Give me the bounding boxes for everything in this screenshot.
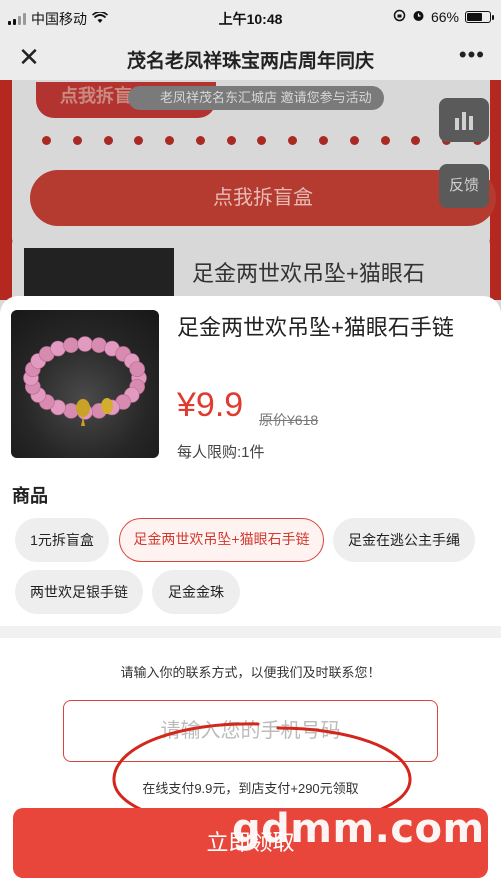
status-bar: 中国移动 上午10:48 66% <box>0 0 501 34</box>
feedback-button[interactable]: 反馈 <box>439 164 489 208</box>
product-image <box>11 310 159 458</box>
bead <box>50 340 66 357</box>
contact-hint: 请输入你的联系方式，以便我们及时联系您！ <box>120 665 381 680</box>
bead <box>129 361 145 378</box>
section-divider <box>0 626 501 638</box>
product-peek-title: 足金两世欢吊坠+猫眼石 <box>192 261 425 286</box>
product-name: 足金两世欢吊坠+猫眼石手链 <box>177 315 454 340</box>
nav-bar: ✕ 茂名老凤祥珠宝两店周年同庆 ••• <box>0 34 501 80</box>
more-icon[interactable]: ••• <box>459 42 485 68</box>
bead <box>63 337 79 353</box>
battery-icon <box>465 11 494 23</box>
product-thumb <box>24 248 174 300</box>
bead <box>77 336 93 352</box>
bead <box>91 337 107 353</box>
invite-banner: 老凤祥茂名东汇城店 邀请您参与活动 <box>128 86 384 110</box>
original-price: 原价¥618 <box>259 412 319 428</box>
watermark-text: gdmm.com <box>232 806 485 852</box>
bracelet-illustration <box>23 336 147 426</box>
chip-princess-cord[interactable]: 足金在逃公主手绳 <box>333 518 475 562</box>
open-blind-box-button[interactable]: 点我拆盲盒 <box>30 170 496 226</box>
dot-divider <box>42 136 482 146</box>
rotation-lock-icon <box>393 9 406 25</box>
chip-pendant-bracelet[interactable]: 足金两世欢吊坠+猫眼石手链 <box>119 518 324 562</box>
bar-chart-icon <box>455 110 473 130</box>
background-page: 点我拆盲 老凤祥茂名东汇城店 邀请您参与活动 点我拆盲盒 足金两世欢吊坠+猫眼石 <box>0 80 501 300</box>
chart-button[interactable] <box>439 98 489 142</box>
status-right: 66% <box>393 9 494 25</box>
section-title: 商品 <box>12 486 48 506</box>
chip-silver-bracelet[interactable]: 两世欢足银手链 <box>15 570 143 614</box>
chip-gold-beads[interactable]: 足金金珠 <box>152 570 240 614</box>
alarm-icon <box>412 9 425 25</box>
background-card: 点我拆盲 老凤祥茂名东汇城店 邀请您参与活动 点我拆盲盒 <box>12 80 496 248</box>
chip-blind-box[interactable]: 1元拆盲盒 <box>15 518 109 562</box>
purchase-limit: 每人限购:1件 <box>177 444 265 461</box>
page-title: 茂名老凤祥珠宝两店周年同庆 <box>126 51 374 72</box>
product-price: ¥9.9 <box>177 386 244 424</box>
battery-percent: 66% <box>430 9 459 25</box>
background-product-card: 足金两世欢吊坠+猫眼石 <box>12 236 490 300</box>
payment-note: 在线支付9.9元，到店支付+290元领取 <box>142 781 359 796</box>
close-icon[interactable]: ✕ <box>16 44 42 70</box>
phone-input[interactable] <box>63 700 438 762</box>
